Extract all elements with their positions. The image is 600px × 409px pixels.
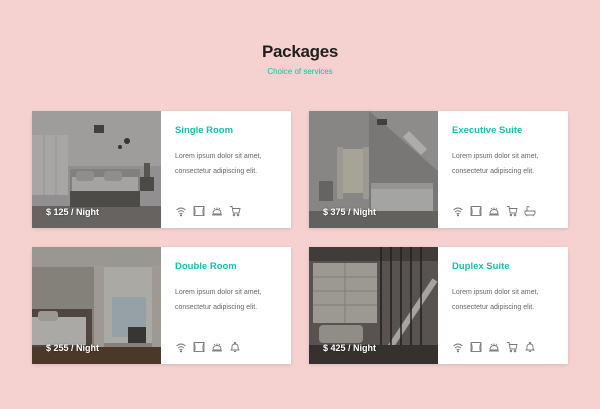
wifi-icon [452,341,464,353]
window-curtain-icon [193,205,205,217]
package-card-double-room[interactable]: $ 255 / Night Double Room Lorem ipsum do… [32,247,291,364]
bell-icon [229,341,241,353]
window-curtain-icon [193,341,205,353]
room-photo: $ 255 / Night [32,247,161,364]
package-name[interactable]: Double Room [175,261,277,272]
cart-icon [506,341,518,353]
package-card-executive-suite[interactable]: $ 375 / Night Executive Suite Lorem ipsu… [309,111,568,228]
amenity-icons [175,341,241,353]
page-title: Packages [261,42,339,61]
room-service-icon [211,341,223,353]
wifi-icon [175,205,187,217]
room-service-icon [488,341,500,353]
cart-icon [229,205,241,217]
wifi-icon [452,205,464,217]
package-name[interactable]: Single Room [175,125,277,136]
package-name[interactable]: Executive Suite [452,125,554,136]
room-service-icon [488,205,500,217]
room-photo: $ 375 / Night [309,111,438,228]
package-description: Lorem ipsum dolor sit amet, consectetur … [175,153,262,175]
amenity-icons [175,205,241,217]
cart-icon [506,205,518,217]
price-label: $ 125 / Night [46,207,100,217]
amenity-icons [452,341,536,353]
wifi-icon [175,341,187,353]
room-service-icon [211,205,223,217]
amenity-icons [452,205,536,217]
price-label: $ 255 / Night [46,343,100,353]
window-curtain-icon [470,341,482,353]
package-name[interactable]: Duplex Suite [452,261,554,272]
bell-icon [524,341,536,353]
package-card-duplex-suite[interactable]: $ 425 / Night Duplex Suite Lorem ipsum d… [309,247,568,364]
window-curtain-icon [470,205,482,217]
bathtub-icon [524,205,536,217]
package-card-single-room[interactable]: $ 125 / Night Single Room Lorem ipsum do… [32,111,291,228]
price-label: $ 425 / Night [323,343,377,353]
package-description: Lorem ipsum dolor sit amet, consectetur … [452,289,539,311]
price-label: $ 375 / Night [323,207,377,217]
room-photo: $ 125 / Night [32,111,161,228]
package-description: Lorem ipsum dolor sit amet, consectetur … [175,289,262,311]
room-photo: $ 425 / Night [309,247,438,364]
page-subtitle: Choice of services [267,67,333,76]
package-description: Lorem ipsum dolor sit amet, consectetur … [452,153,539,175]
